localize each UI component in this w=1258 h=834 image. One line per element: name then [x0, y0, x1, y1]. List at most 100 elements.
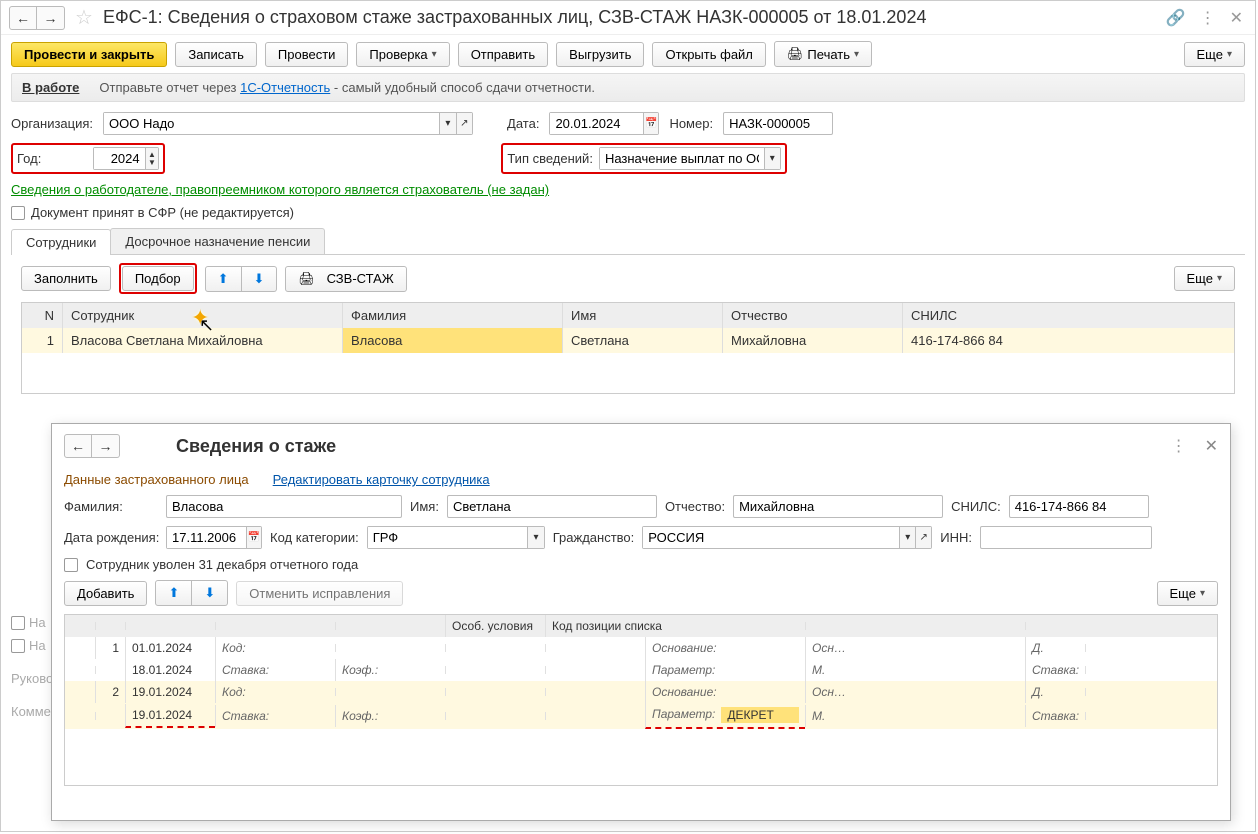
- move-up-button[interactable]: ⬆: [205, 266, 242, 292]
- m-dob-combo[interactable]: 📅: [166, 526, 262, 549]
- status-link[interactable]: В работе: [22, 80, 79, 95]
- chevron-down-icon[interactable]: ▾: [527, 527, 543, 548]
- col-snils[interactable]: СНИЛС: [902, 303, 1234, 328]
- m-cit-combo[interactable]: ▾ ↗: [642, 526, 932, 549]
- open-icon[interactable]: ↗: [456, 113, 472, 134]
- post-button[interactable]: Провести: [265, 42, 349, 67]
- cell-name: Светлана: [562, 328, 722, 353]
- m-move-down-button[interactable]: ⬇: [192, 580, 228, 606]
- chevron-down-icon: ▾: [1217, 273, 1222, 284]
- modal-nav-back[interactable]: ←: [64, 434, 92, 458]
- check-button[interactable]: Проверка▾: [356, 42, 449, 67]
- cut-checkbox-1[interactable]: [11, 616, 25, 630]
- col-emp[interactable]: Сотрудник: [62, 303, 342, 328]
- m-dob-label: Дата рождения:: [64, 530, 158, 545]
- col-pos[interactable]: Код позиции списка: [545, 615, 805, 637]
- p2-param-val[interactable]: ДЕКРЕТ: [721, 707, 799, 723]
- date-input[interactable]: [550, 113, 643, 134]
- m-inn-input[interactable]: [980, 526, 1152, 549]
- cut-label-1: На: [29, 615, 46, 630]
- modal-close-icon[interactable]: ✕: [1205, 436, 1218, 456]
- m-cit-label: Гражданство:: [553, 530, 635, 545]
- spinner-icon[interactable]: ▲▼: [145, 148, 159, 169]
- printer-icon: [298, 271, 315, 287]
- col-osob[interactable]: Особ. условия: [445, 615, 545, 637]
- p1-n: 1: [95, 637, 125, 659]
- link-icon[interactable]: 🔗: [1162, 8, 1190, 28]
- org-combo[interactable]: ▾ ↗: [103, 112, 473, 135]
- fired-checkbox[interactable]: [64, 558, 78, 572]
- favorite-icon[interactable]: ☆: [75, 5, 93, 30]
- accepted-checkbox[interactable]: [11, 206, 25, 220]
- szv-button[interactable]: СЗВ-СТАЖ: [285, 266, 406, 292]
- pick-button[interactable]: Подбор: [122, 266, 194, 291]
- col-fam[interactable]: Фамилия: [342, 303, 562, 328]
- calendar-icon[interactable]: 📅: [643, 113, 658, 134]
- m-more-button[interactable]: Еще▾: [1157, 581, 1218, 606]
- m-patr-input[interactable]: [733, 495, 943, 518]
- m-cit-input[interactable]: [643, 527, 899, 548]
- period-row[interactable]: 19.01.2024 Ставка: Коэф.: Параметр: ДЕКР…: [65, 703, 1217, 729]
- m-name-input[interactable]: [447, 495, 657, 518]
- send-button[interactable]: Отправить: [458, 42, 548, 67]
- modal-nav-fwd[interactable]: →: [92, 434, 120, 458]
- p2-osn: Основание:: [645, 681, 805, 703]
- table-row[interactable]: 1 Власова Светлана Михайловна Власова Св…: [22, 328, 1234, 353]
- year-input[interactable]: [94, 148, 144, 169]
- more-icon[interactable]: ⋮: [1196, 8, 1220, 28]
- nav-fwd[interactable]: →: [37, 6, 65, 30]
- calendar-icon[interactable]: 📅: [246, 527, 261, 548]
- p2-param: Параметр:: [652, 707, 715, 723]
- type-combo[interactable]: ▾: [599, 147, 781, 170]
- print-button[interactable]: Печать▾: [774, 41, 872, 67]
- nav-back[interactable]: ←: [9, 6, 37, 30]
- period-row[interactable]: 18.01.2024 Ставка: Коэф.: Параметр: М. С…: [65, 659, 1217, 681]
- employer-link[interactable]: Сведения о работодателе, правопреемником…: [11, 182, 549, 197]
- save-button[interactable]: Записать: [175, 42, 257, 67]
- date-combo[interactable]: 📅: [549, 112, 659, 135]
- modal-more-icon[interactable]: ⋮: [1167, 436, 1191, 456]
- accepted-label: Документ принят в СФР (не редактируется): [31, 205, 294, 220]
- close-icon[interactable]: ✕: [1226, 8, 1247, 28]
- m-dob-input[interactable]: [167, 527, 246, 548]
- chevron-down-icon[interactable]: ▾: [439, 113, 455, 134]
- cell-snils: 416-174-866 84: [902, 328, 1234, 353]
- m-snils-input[interactable]: [1009, 495, 1149, 518]
- add-button[interactable]: Добавить: [64, 581, 147, 606]
- period-row[interactable]: 2 19.01.2024 Код: Основание: Осн… Д.: [65, 681, 1217, 703]
- col-name[interactable]: Имя: [562, 303, 722, 328]
- more-button[interactable]: Еще▾: [1184, 42, 1245, 67]
- m-patr-label: Отчество:: [665, 499, 725, 514]
- chevron-down-icon: ▾: [432, 49, 437, 60]
- post-close-button[interactable]: Провести и закрыть: [11, 42, 167, 67]
- cut-checkbox-2[interactable]: [11, 639, 25, 653]
- open-file-button[interactable]: Открыть файл: [652, 42, 765, 67]
- chevron-down-icon[interactable]: ▾: [764, 148, 780, 169]
- p2-m: М.: [805, 705, 1025, 727]
- col-n[interactable]: N: [22, 303, 62, 328]
- type-input[interactable]: [600, 148, 764, 169]
- m-fam-input[interactable]: [166, 495, 402, 518]
- m-cat-input[interactable]: [368, 527, 528, 548]
- reporting-link[interactable]: 1С-Отчетность: [240, 80, 330, 95]
- edit-card-link[interactable]: Редактировать карточку сотрудника: [273, 472, 490, 487]
- p2-dcol: Д.: [1025, 681, 1085, 703]
- p1-d: Д.: [1025, 637, 1085, 659]
- tab-pension[interactable]: Досрочное назначение пенсии: [110, 228, 325, 254]
- export-button[interactable]: Выгрузить: [556, 42, 644, 67]
- undo-button[interactable]: Отменить исправления: [236, 581, 403, 606]
- col-patr[interactable]: Отчество: [722, 303, 902, 328]
- fill-button[interactable]: Заполнить: [21, 266, 111, 291]
- year-spinner[interactable]: ▲▼: [93, 147, 159, 170]
- p2-kod: Код:: [215, 681, 335, 703]
- move-down-button[interactable]: ⬇: [242, 266, 278, 292]
- table-more-button[interactable]: Еще▾: [1174, 266, 1235, 291]
- tab-employees[interactable]: Сотрудники: [11, 229, 111, 255]
- chevron-down-icon[interactable]: ▾: [899, 527, 915, 548]
- period-row[interactable]: 1 01.01.2024 Код: Основание: Осн… Д.: [65, 637, 1217, 659]
- open-icon[interactable]: ↗: [915, 527, 931, 548]
- num-input[interactable]: [723, 112, 833, 135]
- m-cat-combo[interactable]: ▾: [367, 526, 545, 549]
- org-input[interactable]: [104, 113, 439, 134]
- m-move-up-button[interactable]: ⬆: [155, 580, 192, 606]
